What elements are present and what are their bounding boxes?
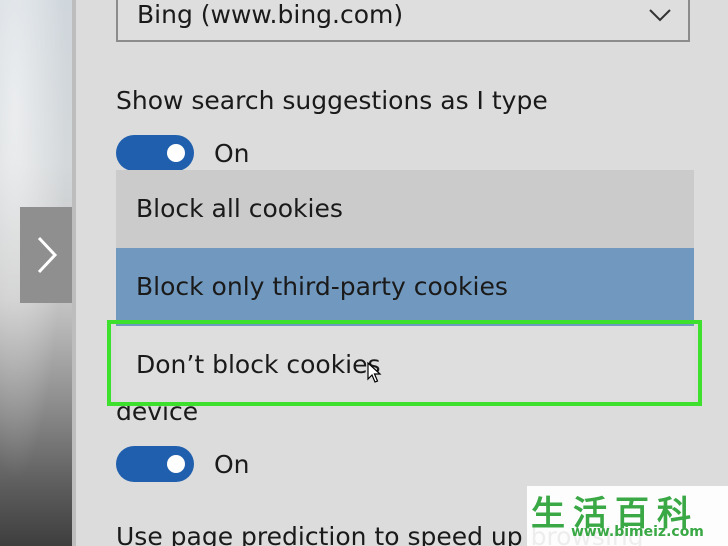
cookies-option-dont-block[interactable]: Don’t block cookies [116,326,694,404]
watermark: 生活百科 www.bimeiz.com [527,486,728,546]
cookies-option-block-third-party[interactable]: Block only third-party cookies [116,248,694,326]
screenshot: Bing (www.bing.com) Show search suggesti… [0,0,728,546]
search-engine-value: Bing (www.bing.com) [137,0,404,29]
search-suggestions-label: Show search suggestions as I type [116,86,548,115]
device-setting-state: On [214,450,250,479]
cookies-option-block-all[interactable]: Block all cookies [116,170,694,248]
nav-next-button[interactable] [20,207,73,303]
watermark-url: www.bimeiz.com [571,524,704,540]
toggle-knob [167,144,185,162]
device-setting-toggle[interactable] [116,446,194,482]
search-engine-select[interactable]: Bing (www.bing.com) [116,0,690,42]
chevron-down-icon [649,9,671,22]
chevron-right-icon [37,236,57,274]
toggle-knob [167,455,185,473]
search-suggestions-toggle[interactable] [116,135,194,171]
search-suggestions-state: On [214,139,250,168]
mouse-cursor-icon [367,362,382,383]
